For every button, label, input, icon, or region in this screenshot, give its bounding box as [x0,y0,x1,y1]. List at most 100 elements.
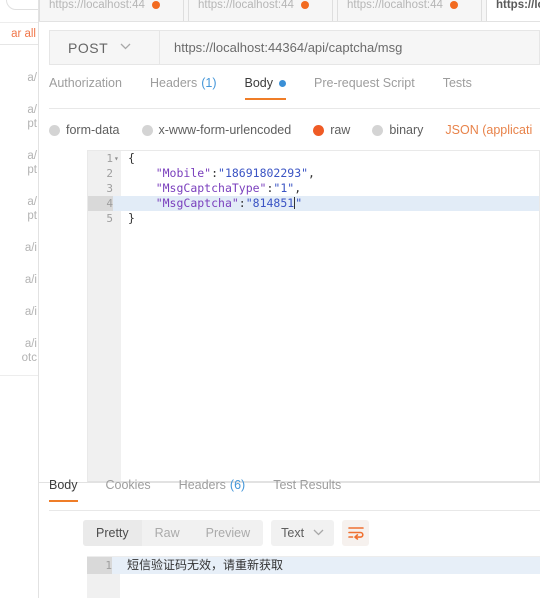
list-item[interactable]: a/i [0,241,38,255]
line-number: 4 [88,196,113,211]
request-tab-label: https://localhost:44 [198,0,294,11]
tab-label: Authorization [49,76,122,90]
response-format-label: Text [281,526,305,540]
response-tab-headers[interactable]: Headers (6) [179,478,246,501]
request-tab-label: https://localhost:44 [347,0,443,11]
http-method-dropdown[interactable]: POST [49,30,159,65]
tab-label: Body [244,76,274,90]
content-type-dropdown[interactable]: JSON (applicati [445,123,532,137]
unsaved-dot-icon [449,1,458,9]
view-mode-raw[interactable]: Raw [142,520,193,546]
request-tab-4-active[interactable]: https://loca [486,0,540,21]
radio-label: x-www-form-urlencoded [158,123,292,137]
http-method-label: POST [68,39,109,56]
tab-body[interactable]: Body [244,76,286,100]
response-section-tabs: Body Cookies Headers (6) Test Results [49,478,540,511]
line-number: 3 [106,182,113,195]
sidebar-search-pill[interactable] [6,0,38,10]
body-present-dot-icon [279,79,286,87]
list-item[interactable]: a/i [0,337,38,351]
radio-raw[interactable]: raw [313,123,350,137]
radio-icon [49,124,60,136]
radio-label: form-data [66,123,120,137]
list-item[interactable]: pt [0,209,38,223]
url-value: https://localhost:44364/api/captcha/msg [174,40,403,55]
response-format-dropdown[interactable]: Text [271,520,335,546]
unsaved-dot-icon [300,1,309,9]
tab-label: Pre-request Script [314,76,415,90]
sidebar-top-cap [0,0,38,23]
request-body-editor[interactable]: 1 ▾ { 2 "Mobile":"18691802293", 3 "MsgCa… [87,150,540,482]
tab-label: Tests [442,76,472,90]
list-item[interactable]: pt [0,163,38,177]
response-tab-test-results[interactable]: Test Results [273,478,341,501]
tab-authorization[interactable]: Authorization [49,76,122,99]
request-builder-panel: https://localhost:44 https://localhost:4… [39,0,540,598]
history-list: a/ a/ pt a/ pt a/ pt a/i a/i a/i a/i otc [0,45,38,376]
code-line: 2 "Mobile":"18691802293", [88,166,539,181]
request-tab-label: https://localhost:44 [49,0,145,11]
radio-x-www-form-urlencoded[interactable]: x-www-form-urlencoded [141,123,292,137]
list-item[interactable]: pt [0,117,38,131]
response-view-mode-group: Pretty Raw Preview [83,520,264,546]
list-item[interactable]: a/i [0,305,38,319]
tab-label: Headers [149,76,198,90]
tab-label: Body [49,478,78,492]
word-wrap-glyph [347,527,364,540]
code-line-active: 4 "MsgCaptcha":"814851" [88,196,539,211]
unsaved-dot-icon [151,1,160,9]
tab-headers[interactable]: Headers (1) [150,76,217,99]
radio-binary[interactable]: binary [372,123,423,137]
history-sidebar: ar all a/ a/ pt a/ pt a/ pt a/i a/i a/i … [0,0,39,598]
list-item[interactable]: a/ [0,149,38,163]
request-tab-2[interactable]: https://localhost:44 [188,0,333,21]
body-type-radio-group: form-data x-www-form-urlencoded raw bina… [49,118,540,142]
list-item[interactable]: otc [0,351,38,365]
response-tab-body[interactable]: Body [49,478,78,502]
code-text: "Mobile":"18691802293", [155,166,315,180]
radio-form-data[interactable]: form-data [49,123,120,137]
response-text: 短信验证码无效，请重新获取 [127,558,284,572]
line-number: 5 [106,212,113,225]
list-item[interactable]: a/ [0,71,38,85]
response-line: 1 短信验证码无效，请重新获取 [87,557,540,574]
request-tab-label: https://loca [496,0,540,11]
tab-label: Cookies [105,478,151,492]
url-bar: POST https://localhost:44364/api/captcha… [49,30,540,65]
clear-all-button[interactable]: ar all [0,23,38,45]
tab-label: Headers [178,478,226,492]
chevron-down-glyph [120,43,131,49]
code-line: 3 "MsgCaptchaType":"1", [88,181,539,196]
url-input[interactable]: https://localhost:44364/api/captcha/msg [159,30,540,65]
headers-count: (1) [201,76,217,90]
request-tab-3[interactable]: https://localhost:44 [337,0,482,21]
code-text: } [128,211,135,225]
list-item[interactable]: a/ [0,195,38,209]
response-body-viewer[interactable]: 1 短信验证码无效，请重新获取 [87,556,540,598]
tab-pre-request-script[interactable]: Pre-request Script [314,76,415,99]
line-number: 1 [87,557,112,574]
request-section-tabs: Authorization Headers (1) Body Pre-reque… [49,76,540,109]
code-line: 5 } [88,211,539,226]
tab-tests[interactable]: Tests [443,76,472,99]
view-mode-preview[interactable]: Preview [193,520,263,546]
list-item[interactable]: a/ [0,103,38,117]
tab-label: Test Results [273,478,342,492]
request-tab-strip: https://localhost:44 https://localhost:4… [39,0,540,22]
clear-all-label: ar all [11,27,36,40]
view-mode-pretty[interactable]: Pretty [83,520,142,546]
radio-icon [141,124,153,136]
fold-toggle-icon[interactable]: ▾ [114,151,119,166]
list-item[interactable]: a/i [0,273,38,287]
line-number: 2 [106,167,113,180]
radio-label: raw [330,123,351,137]
word-wrap-icon[interactable] [342,520,370,546]
line-number: 1 [106,152,113,165]
response-tab-cookies[interactable]: Cookies [106,478,151,501]
code-line: 1 ▾ { [88,151,539,166]
chevron-down-icon [313,528,324,538]
request-tab-1[interactable]: https://localhost:44 [39,0,184,21]
response-view-toolbar: Pretty Raw Preview Text [83,520,370,546]
chevron-down-glyph [313,529,324,536]
radio-label: binary [389,123,424,137]
